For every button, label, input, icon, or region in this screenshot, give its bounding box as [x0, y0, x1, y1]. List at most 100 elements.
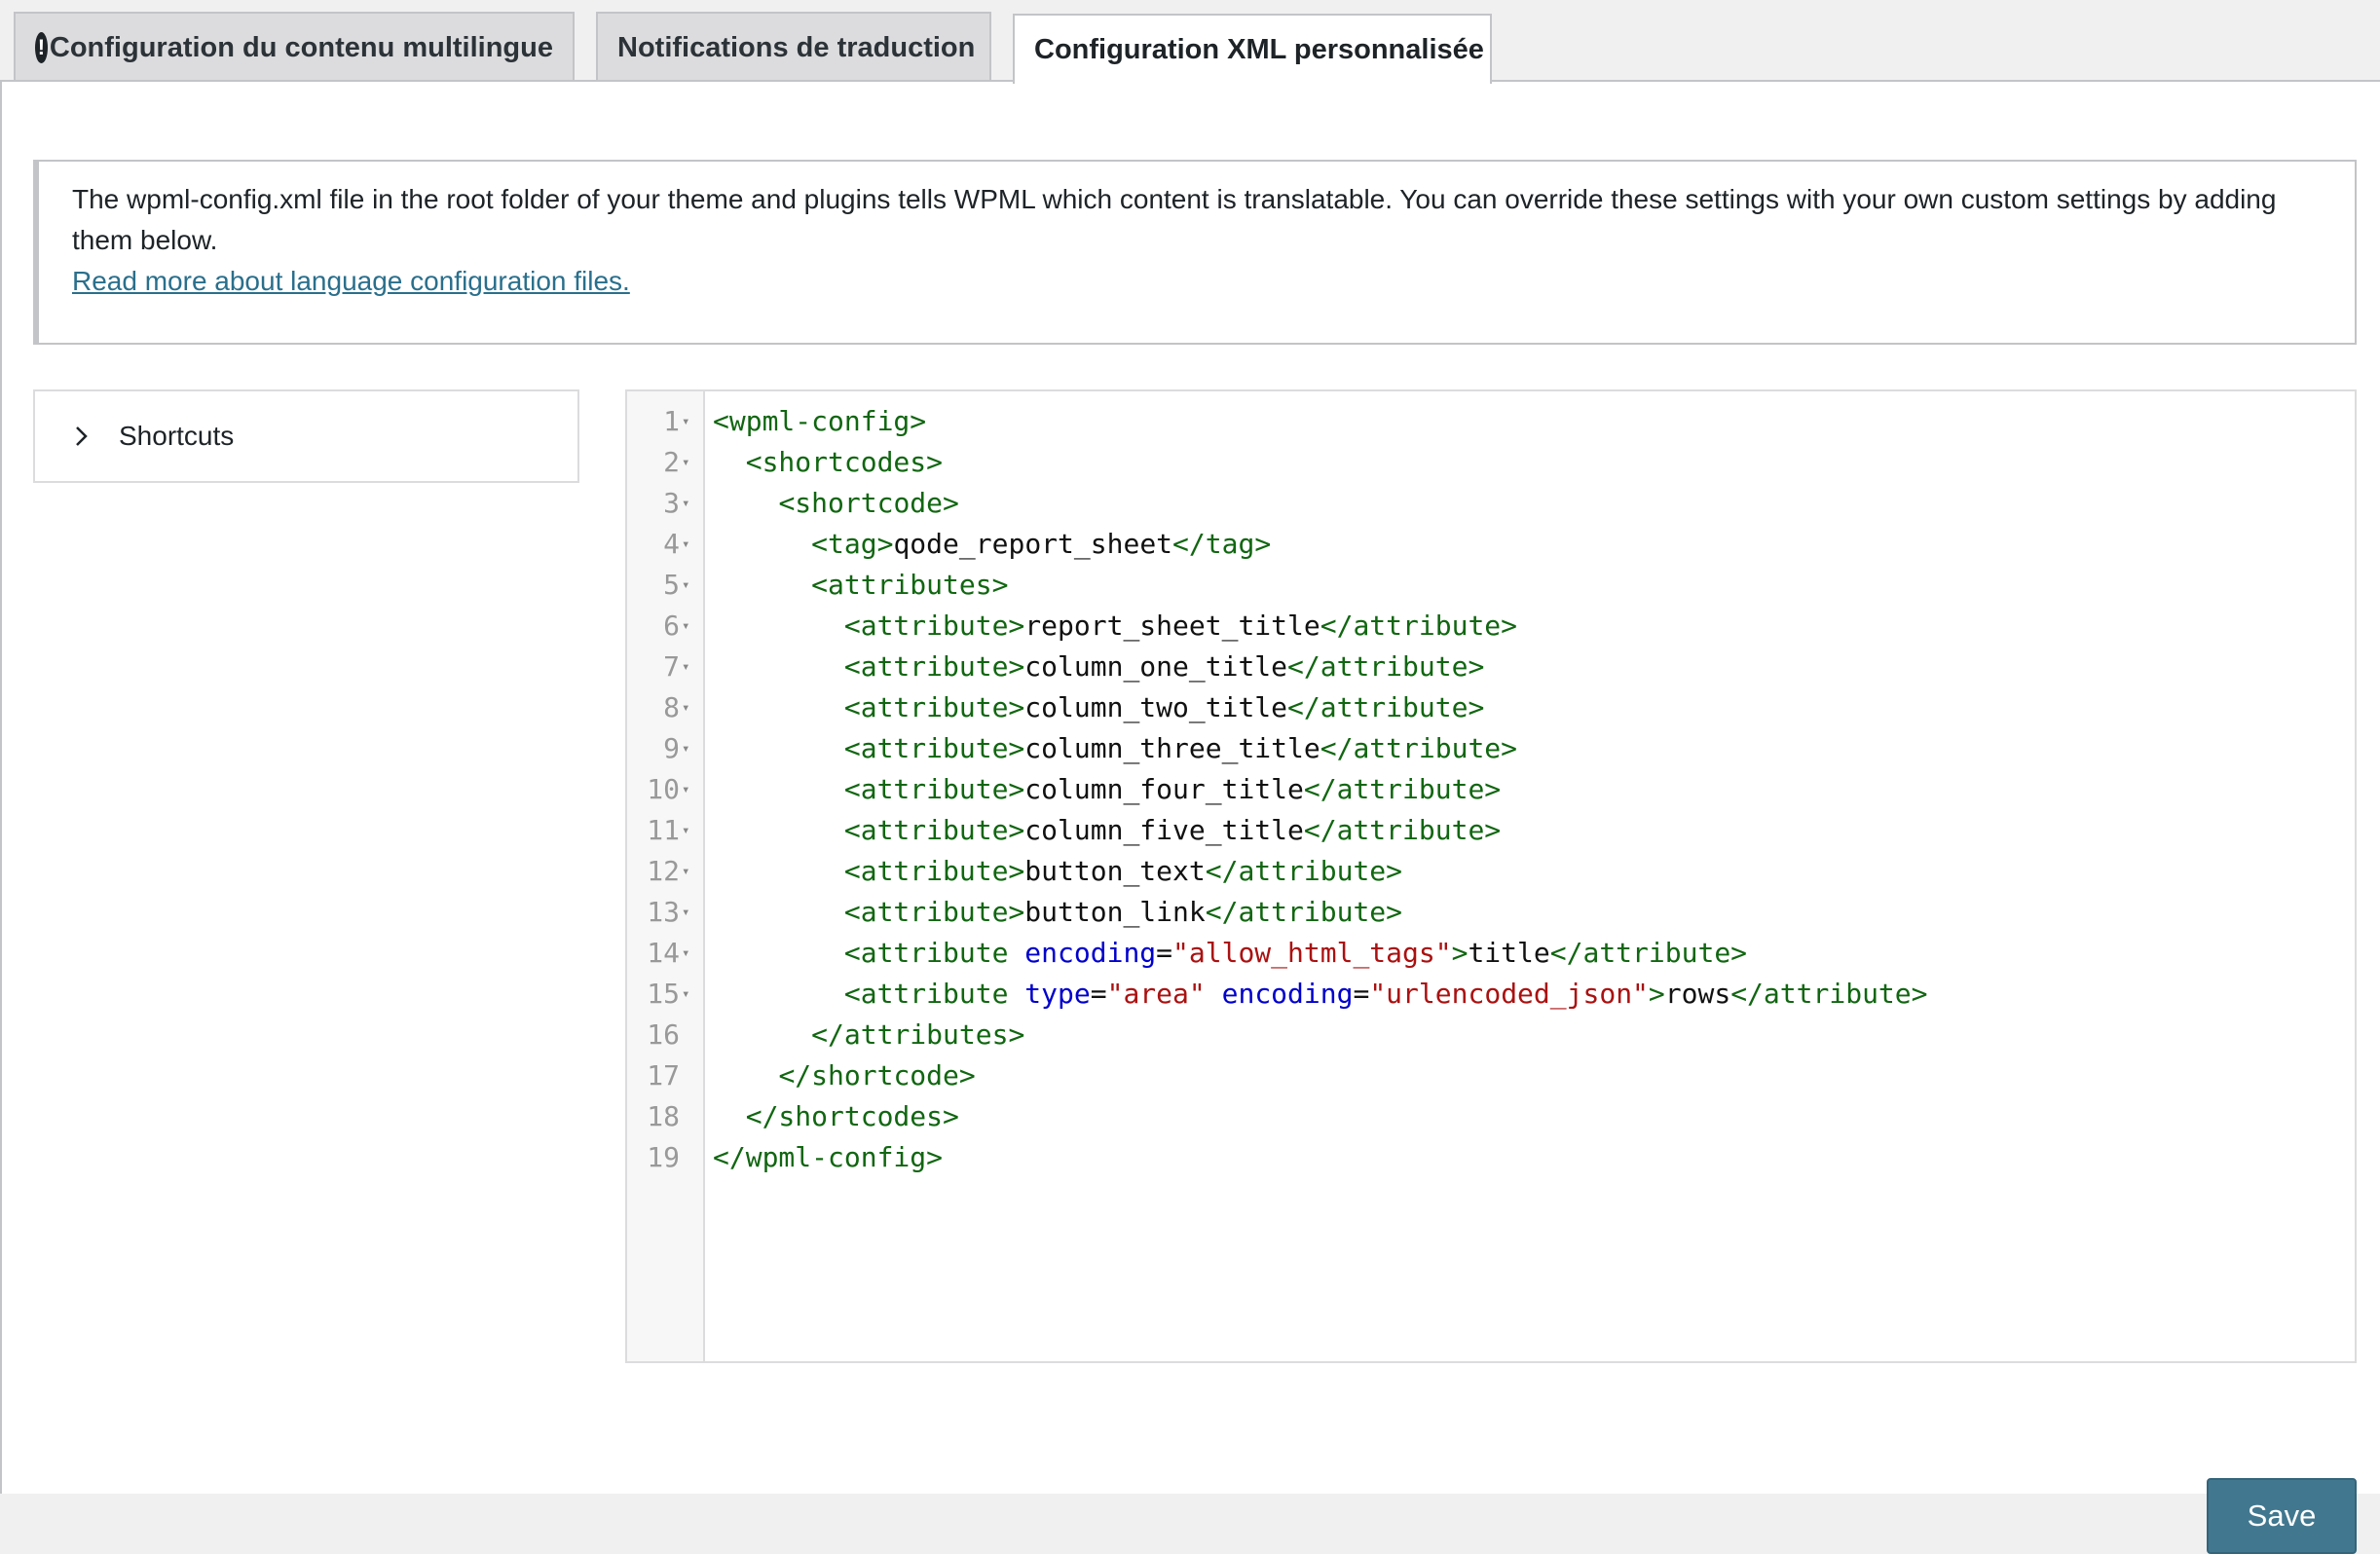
code-text: <attribute>column_one_title</attribute>	[713, 647, 1484, 687]
language-config-link[interactable]: Read more about language configuration f…	[72, 261, 630, 302]
fold-arrow-icon[interactable]: ▾	[682, 933, 689, 974]
code-token-text: title	[1468, 937, 1550, 969]
fold-arrow-icon[interactable]: ▾	[682, 892, 689, 933]
code-line[interactable]: 9 ▾ <attribute>column_three_title</attrib…	[627, 728, 2355, 769]
code-token-tag: </wpml-config>	[713, 1141, 944, 1173]
line-number: 2	[663, 446, 680, 478]
code-token-attr: encoding	[1221, 978, 1354, 1010]
code-token-eq: =	[1353, 978, 1370, 1010]
code-line[interactable]: 8 ▾ <attribute>column_two_title</attribut…	[627, 687, 2355, 728]
fold-arrow-icon[interactable]: ▾	[682, 606, 689, 647]
code-token-tag: </attributes>	[811, 1018, 1025, 1051]
code-token-tag: </attribute>	[1205, 855, 1403, 887]
fold-arrow-icon[interactable]: ▾	[682, 483, 689, 524]
tab-label: Configuration XML personnalisée	[1034, 33, 1484, 65]
code-line[interactable]: 1 ▾ <wpml-config>	[627, 401, 2355, 442]
fold-arrow-icon[interactable]: ▾	[682, 974, 689, 1015]
fold-arrow-icon[interactable]: ▾	[682, 524, 689, 565]
fold-arrow-icon[interactable]: ▾	[682, 687, 689, 728]
fold-arrow-icon[interactable]: ▾	[682, 728, 689, 769]
code-text: <attribute type="area" encoding="urlenco…	[713, 974, 1928, 1015]
tab-custom-xml[interactable]: Configuration XML personnalisée	[1013, 14, 1492, 84]
tab-multilingual-content[interactable]: ! Configuration du contenu multilingue	[14, 12, 575, 82]
fold-arrow-icon[interactable]: ▾	[682, 401, 689, 442]
code-text: </wpml-config>	[713, 1137, 943, 1178]
code-token-tag: </attribute>	[1287, 691, 1485, 723]
code-line[interactable]: 11 ▾ <attribute>column_five_title</attrib…	[627, 810, 2355, 851]
line-number: 5	[663, 569, 680, 601]
code-line[interactable]: 19 </wpml-config>	[627, 1137, 2355, 1178]
tab-translation-notifications[interactable]: Notifications de traduction	[596, 12, 991, 82]
line-number: 7	[663, 650, 680, 683]
code-line[interactable]: 18 </shortcodes>	[627, 1096, 2355, 1137]
code-token-text: rows	[1664, 978, 1731, 1010]
fold-arrow-icon[interactable]: ▾	[682, 769, 689, 810]
code-line[interactable]: 5 ▾ <attributes>	[627, 565, 2355, 606]
line-number: 17	[647, 1059, 680, 1092]
code-line[interactable]: 2 ▾ <shortcodes>	[627, 442, 2355, 483]
code-line[interactable]: 15 ▾ <attribute type="area" encoding="url…	[627, 974, 2355, 1015]
code-token-str: "allow_html_tags"	[1172, 937, 1452, 969]
notice-text: The wpml-config.xml file in the root fol…	[72, 184, 2277, 255]
tab-bar: ! Configuration du contenu multilingue N…	[0, 0, 2380, 84]
shortcuts-accordion[interactable]: Shortcuts	[33, 389, 579, 483]
code-text: </shortcodes>	[713, 1096, 959, 1137]
code-text: <tag>qode_report_sheet</tag>	[713, 524, 1271, 565]
line-number: 19	[647, 1141, 680, 1173]
code-line[interactable]: 13 ▾ <attribute>button_link</attribute>	[627, 892, 2355, 933]
line-number: 12	[647, 855, 680, 887]
code-token-tag: <shortcodes>	[745, 446, 944, 478]
code-line[interactable]: 17 </shortcode>	[627, 1055, 2355, 1096]
code-token-tag: </tag>	[1172, 528, 1272, 560]
code-token-eq: =	[1090, 978, 1107, 1010]
code-text: <attribute>column_four_title</attribute>	[713, 769, 1501, 810]
code-token-tag: <attribute>	[843, 610, 1025, 642]
code-token-text: button_text	[1024, 855, 1206, 887]
code-token-tag: <attribute>	[843, 773, 1025, 805]
code-line[interactable]: 4 ▾ <tag>qode_report_sheet</tag>	[627, 524, 2355, 565]
fold-arrow-icon[interactable]: ▾	[682, 851, 689, 892]
code-line[interactable]: 12 ▾ <attribute>button_text</attribute>	[627, 851, 2355, 892]
fold-arrow-icon[interactable]: ▾	[682, 647, 689, 687]
code-token-tag: </attribute>	[1320, 732, 1518, 764]
line-number: 3	[663, 487, 680, 519]
line-number: 9	[663, 732, 680, 764]
code-line[interactable]: 10 ▾ <attribute>column_four_title</attrib…	[627, 769, 2355, 810]
code-line[interactable]: 3 ▾ <shortcode>	[627, 483, 2355, 524]
line-number: 13	[647, 896, 680, 928]
line-number: 1	[663, 405, 680, 437]
line-number: 15	[647, 978, 680, 1010]
save-button[interactable]: Save	[2207, 1478, 2357, 1554]
fold-arrow-icon[interactable]: ▾	[682, 810, 689, 851]
code-text: <wpml-config>	[713, 401, 926, 442]
code-line[interactable]: 7 ▾ <attribute>column_one_title</attribut…	[627, 647, 2355, 687]
code-text: <attribute>column_two_title</attribute>	[713, 687, 1484, 728]
tab-label: Notifications de traduction	[617, 31, 976, 63]
chevron-right-icon	[76, 426, 88, 446]
code-line[interactable]: 16 </attributes>	[627, 1015, 2355, 1055]
tab-panel: The wpml-config.xml file in the root fol…	[0, 80, 2380, 1554]
code-line[interactable]: 6 ▾ <attribute>report_sheet_title</attrib…	[627, 606, 2355, 647]
code-token-tag: </attribute>	[1205, 896, 1403, 928]
fold-arrow-icon[interactable]: ▾	[682, 442, 689, 483]
line-number: 14	[647, 937, 680, 969]
code-token-tag: >	[1451, 937, 1469, 969]
line-number: 10	[647, 773, 680, 805]
code-line[interactable]: 14 ▾ <attribute encoding="allow_html_tags…	[627, 933, 2355, 974]
code-token-tag: </shortcode>	[778, 1059, 976, 1092]
line-number: 4	[663, 528, 680, 560]
code-token-tag: <attribute>	[843, 691, 1025, 723]
code-token-text: column_one_title	[1024, 650, 1288, 683]
code-token-tag: </shortcodes>	[745, 1100, 959, 1132]
code-token-tag: >	[1648, 978, 1665, 1010]
code-token-text: report_sheet_title	[1024, 610, 1320, 642]
code-token-attr: type	[1024, 978, 1091, 1010]
fold-arrow-icon[interactable]: ▾	[682, 565, 689, 606]
code-token-text: qode_report_sheet	[893, 528, 1173, 560]
code-token-tag: </attribute>	[1287, 650, 1485, 683]
code-area[interactable]: 1 ▾ <wpml-config> 2 ▾ <shortcodes> 3 ▾ <shortc…	[627, 401, 2355, 1178]
xml-code-editor[interactable]: 1 ▾ <wpml-config> 2 ▾ <shortcodes> 3 ▾ <shortc…	[625, 389, 2357, 1363]
code-text: <attributes>	[713, 565, 1008, 606]
code-text: <attribute>column_five_title</attribute>	[713, 810, 1501, 851]
